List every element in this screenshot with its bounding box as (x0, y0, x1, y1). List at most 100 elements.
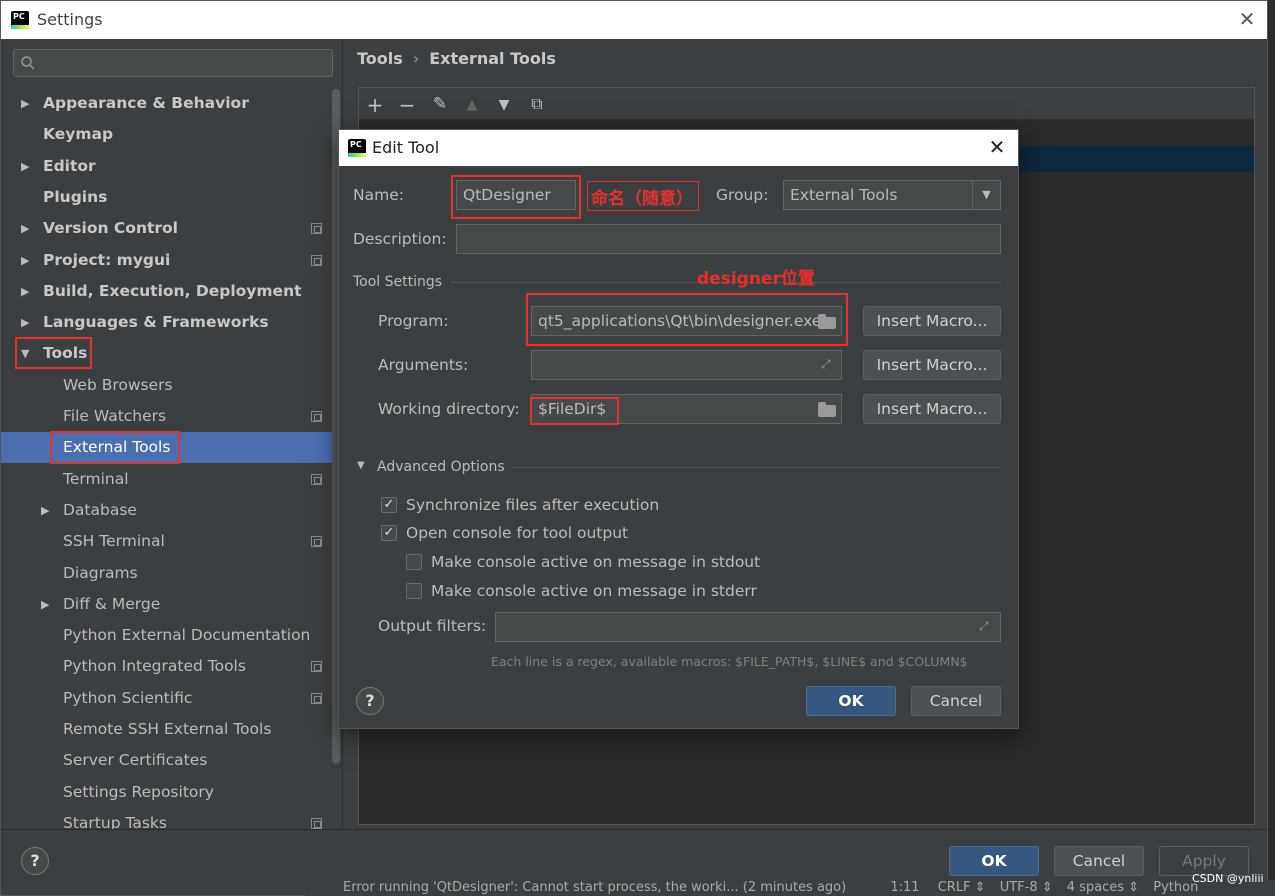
sidebar-item-remote-ssh-external-tools[interactable]: Remote SSH External Tools (1, 714, 341, 745)
open-console-checkbox[interactable]: ✓ (381, 525, 397, 541)
sidebar-item-label: Terminal (63, 469, 129, 488)
sidebar-item-settings-repository[interactable]: Settings Repository (1, 777, 341, 808)
external-tools-toolbar: + − ✎ ▲ ▼ ⧉ (359, 88, 1254, 120)
collapsed-arrow-icon[interactable]: ▶ (21, 213, 29, 244)
minus-icon[interactable]: − (396, 93, 418, 117)
sidebar-item-diff-merge[interactable]: ▶ Diff & Merge (1, 589, 341, 620)
sidebar-item-appearance-behavior[interactable]: ▶ Appearance & Behavior (1, 88, 341, 119)
status-encoding[interactable]: UTF-8 ⇕ (1000, 880, 1053, 895)
collapsed-arrow-icon[interactable]: ▶ (21, 151, 29, 182)
breadcrumb-current: External Tools (429, 49, 556, 68)
stdout-checkbox[interactable] (406, 554, 422, 570)
arguments-input[interactable] (531, 350, 842, 380)
sidebar-item-label: File Watchers (63, 407, 167, 425)
close-dialog-button[interactable]: ✕ (985, 135, 1009, 159)
plus-icon[interactable]: + (364, 93, 386, 117)
collapse-triangle-icon[interactable]: ▼ (357, 460, 365, 471)
sidebar-item-diagrams[interactable]: Diagrams (1, 558, 341, 589)
sidebar-item-label: Languages & Frameworks (43, 313, 269, 332)
arrow-up-icon[interactable]: ▲ (461, 97, 483, 113)
advanced-options-separator (511, 467, 1001, 468)
sidebar-item-terminal[interactable]: Terminal (1, 464, 341, 495)
annotation-box-workdir (530, 397, 619, 425)
dialog-help-button[interactable]: ? (356, 687, 384, 715)
expand-icon[interactable]: ⤢ (979, 619, 989, 634)
sidebar-item-file-watchers[interactable]: File Watchers (1, 401, 341, 432)
folder-icon[interactable] (818, 402, 836, 417)
group-label: Group: (716, 186, 769, 204)
sync-files-checkbox[interactable]: ✓ (381, 497, 397, 513)
status-position[interactable]: 1:11 (890, 880, 919, 895)
dialog-ok-button[interactable]: OK (806, 686, 896, 716)
stderr-label[interactable]: Make console active on message in stderr (431, 582, 757, 600)
collapsed-arrow-icon[interactable]: ▶ (21, 245, 29, 276)
sidebar-item-label: Diff & Merge (63, 594, 161, 613)
sidebar-item-build-execution-deployment[interactable]: ▶ Build, Execution, Deployment (1, 276, 341, 307)
arrow-down-icon[interactable]: ▼ (493, 97, 515, 113)
chevron-down-icon[interactable]: ▼ (972, 181, 1000, 209)
annotation-box-external-tools (50, 431, 180, 464)
output-filters-hint: Each line is a regex, available macros: … (491, 654, 968, 669)
sidebar-item-project-mygui[interactable]: ▶ Project: mygui (1, 245, 341, 276)
sidebar-item-plugins[interactable]: Plugins (1, 182, 341, 213)
insert-macro-arguments-button[interactable]: Insert Macro... (863, 350, 1001, 380)
sidebar-item-server-certificates[interactable]: Server Certificates (1, 745, 341, 776)
stderr-checkbox[interactable] (406, 583, 422, 599)
collapsed-arrow-icon[interactable]: ▶ (21, 88, 29, 119)
help-button[interactable]: ? (21, 847, 49, 875)
expand-icon[interactable]: ⤢ (821, 357, 831, 372)
open-console-label[interactable]: Open console for tool output (406, 524, 628, 542)
sidebar-item-version-control[interactable]: ▶ Version Control (1, 213, 341, 244)
description-label: Description: (353, 230, 447, 248)
sidebar-item-database[interactable]: ▶ Database (1, 495, 341, 526)
sidebar-item-label: Python Integrated Tools (63, 657, 246, 676)
sidebar-item-label: SSH Terminal (63, 532, 165, 551)
sidebar-item-label: Python Scientific (63, 688, 193, 707)
tool-settings-title: Tool Settings (353, 274, 443, 290)
project-scope-icon (311, 536, 322, 548)
collapsed-arrow-icon[interactable]: ▶ (21, 307, 29, 338)
status-indent[interactable]: 4 spaces ⇕ (1067, 880, 1139, 895)
project-scope-icon (311, 817, 322, 829)
insert-macro-program-button[interactable]: Insert Macro... (863, 306, 1001, 336)
sidebar-item-editor[interactable]: ▶ Editor (1, 151, 341, 182)
sidebar-item-label: Plugins (43, 187, 108, 206)
annotation-box-program (526, 293, 848, 346)
watermark: CSDN @ynliii (1192, 872, 1264, 885)
sidebar-item-keymap[interactable]: Keymap (1, 119, 341, 150)
settings-search-input[interactable] (13, 49, 333, 77)
sidebar-item-label: Python External Documentation (63, 626, 311, 645)
annotation-box-name-note (587, 181, 699, 211)
copy-icon[interactable]: ⧉ (526, 94, 548, 114)
name-label: Name: (353, 186, 404, 204)
cancel-button[interactable]: Cancel (1054, 846, 1144, 876)
sidebar-item-python-external-documentation[interactable]: Python External Documentation (1, 620, 341, 651)
sidebar-item-python-scientific[interactable]: Python Scientific (1, 683, 341, 714)
description-input[interactable] (456, 224, 1001, 254)
sidebar-item-python-integrated-tools[interactable]: Python Integrated Tools (1, 651, 341, 682)
output-filters-input[interactable] (495, 612, 1001, 642)
group-combobox[interactable]: External Tools ▼ (783, 180, 1001, 210)
sidebar-item-label: Appearance & Behavior (43, 94, 249, 112)
close-window-button[interactable]: ✕ (1235, 7, 1259, 31)
pycharm-logo-icon (348, 139, 366, 157)
collapsed-arrow-icon[interactable]: ▶ (21, 276, 29, 307)
sync-files-label[interactable]: Synchronize files after execution (406, 496, 659, 514)
dialog-cancel-button[interactable]: Cancel (911, 686, 1001, 716)
insert-macro-workdir-button[interactable]: Insert Macro... (863, 394, 1001, 424)
working-directory-label: Working directory: (378, 400, 520, 418)
sidebar-item-label: Database (63, 500, 137, 519)
collapsed-arrow-icon[interactable]: ▶ (41, 589, 49, 620)
sidebar-item-web-browsers[interactable]: Web Browsers (1, 370, 341, 401)
program-label: Program: (378, 312, 449, 330)
sidebar-item-languages-frameworks[interactable]: ▶ Languages & Frameworks (1, 307, 341, 338)
pencil-icon[interactable]: ✎ (429, 94, 451, 114)
status-message[interactable]: Error running 'QtDesigner': Cannot start… (343, 880, 846, 895)
stdout-label[interactable]: Make console active on message in stdout (431, 553, 760, 571)
collapsed-arrow-icon[interactable]: ▶ (41, 495, 49, 526)
ok-button[interactable]: OK (949, 846, 1039, 876)
status-line-separator[interactable]: CRLF ⇕ (938, 880, 986, 895)
advanced-options-title[interactable]: Advanced Options (377, 459, 505, 475)
sidebar-item-ssh-terminal[interactable]: SSH Terminal (1, 526, 341, 557)
breadcrumb-parent[interactable]: Tools (357, 49, 403, 68)
